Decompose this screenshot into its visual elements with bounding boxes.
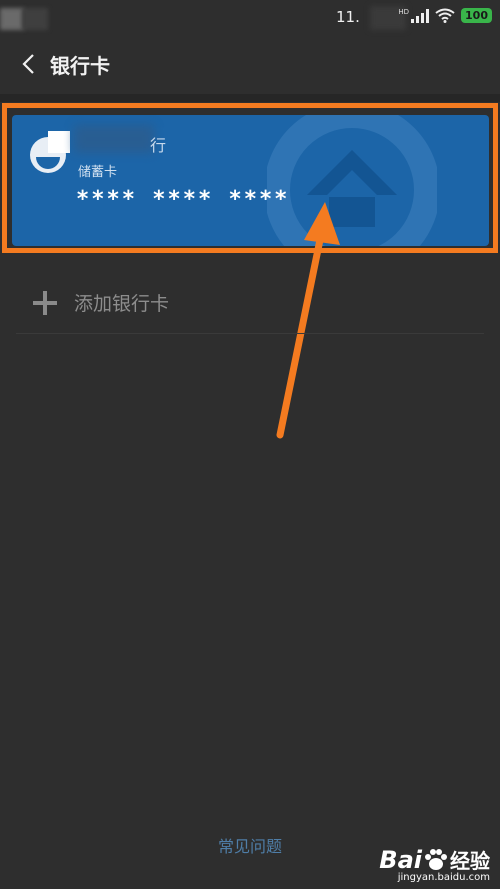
watermark-url: jingyan.baidu.com xyxy=(397,872,490,883)
watermark-brand: Bai xyxy=(379,845,422,874)
hd-label: HD xyxy=(398,8,410,16)
status-bar: 11. HD 100 xyxy=(0,0,500,34)
page-title: 银行卡 xyxy=(50,53,110,78)
add-bank-card-button[interactable]: 添加银行卡 xyxy=(16,272,484,334)
signal-icon xyxy=(411,8,430,23)
baidu-watermark: Bai 经验 jingyan.baidu.com xyxy=(379,845,490,884)
back-button[interactable] xyxy=(8,44,48,84)
wifi-icon xyxy=(435,8,455,23)
status-icons: HD 100 xyxy=(398,8,492,23)
title-bar: 银行卡 xyxy=(0,34,500,94)
notification-icon-secondary xyxy=(22,8,48,30)
battery-indicator: 100 xyxy=(461,8,492,23)
add-bank-card-label: 添加银行卡 xyxy=(74,293,170,315)
chevron-left-icon xyxy=(22,54,34,74)
notification-icon xyxy=(0,8,24,30)
status-time: 11. xyxy=(336,8,360,26)
annotation-highlight-box xyxy=(2,103,498,253)
paw-icon xyxy=(425,848,447,870)
header-divider xyxy=(0,94,500,102)
plus-icon xyxy=(30,288,60,318)
watermark-brand-cn: 经验 xyxy=(450,849,490,873)
